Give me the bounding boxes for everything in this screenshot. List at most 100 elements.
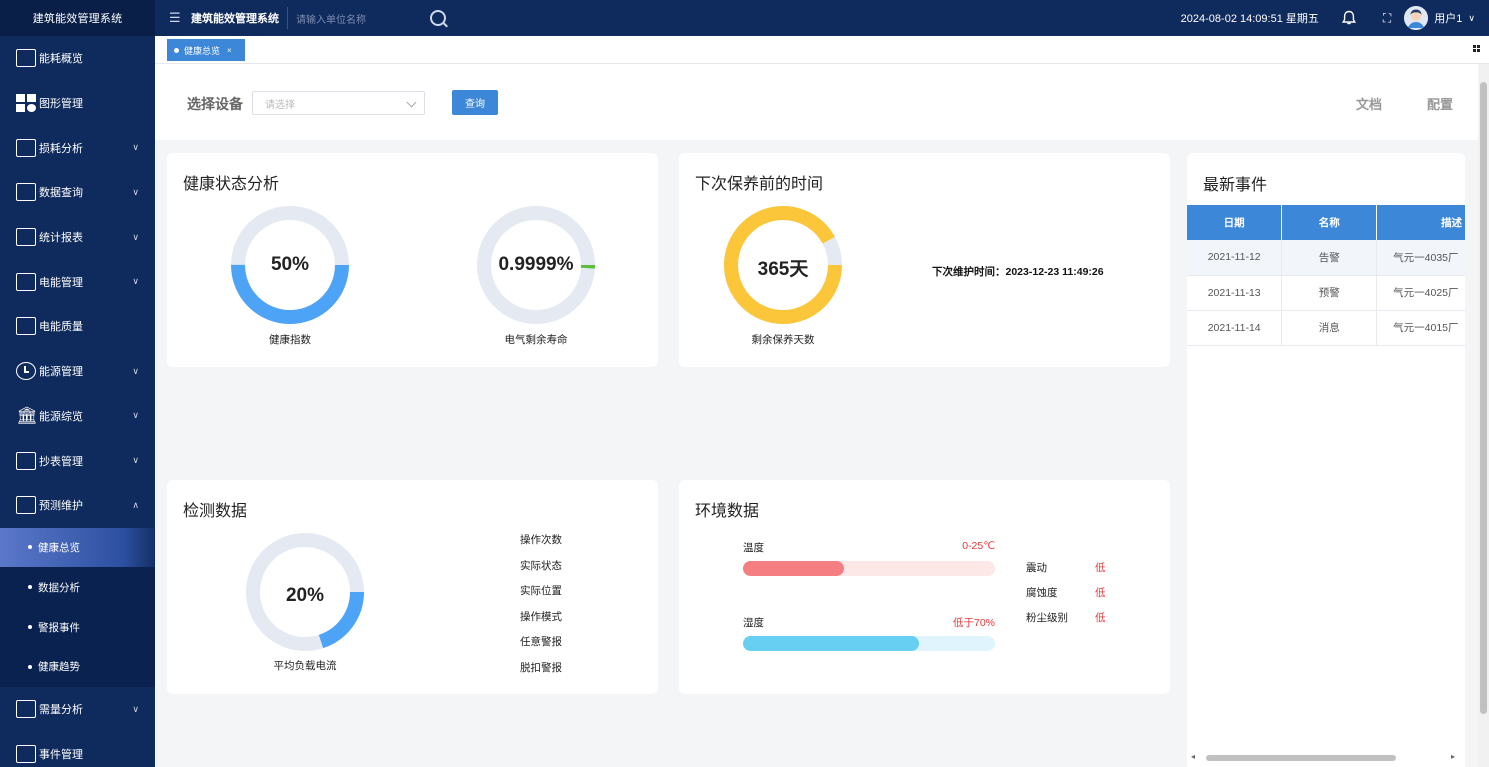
sidebar-item-demand-analysis[interactable]: 需量分析 ∨ (0, 687, 155, 732)
card-title: 环境数据 (695, 503, 760, 520)
menu-toggle-icon[interactable]: ☰ (169, 10, 183, 26)
monitor-chart-icon (16, 700, 36, 719)
environment-data-card: 环境数据 温度 0-25℃ 湿度 低于70% 震动 低 腐蚀度 低 粉尘级别 低 (679, 480, 1170, 694)
sidebar-item-meter-reading[interactable]: 抄表管理 ∨ (0, 438, 155, 483)
dust-level: 低 (1095, 612, 1106, 624)
user-name[interactable]: 用户1 (1434, 10, 1462, 26)
energy-overview-icon (16, 49, 36, 68)
bell-icon[interactable] (1341, 10, 1357, 26)
sidebar-item-power-quality[interactable]: 电能质量 (0, 304, 155, 349)
sidebar-subitem-alarm-events[interactable]: 警报事件 (0, 607, 155, 647)
user-avatar-icon (1404, 6, 1429, 30)
column-desc[interactable]: 描述 (1376, 205, 1465, 240)
table-row[interactable]: 2021-11-13 预警 气元一4025厂 (1187, 275, 1465, 311)
system-title: 建筑能效管理系统 (191, 13, 279, 25)
sidebar-subitem-data-analysis[interactable]: 数据分析 (0, 567, 155, 608)
fullscreen-icon[interactable]: ⛶ (1383, 11, 1391, 26)
sidebar-item-graphics[interactable]: 图形管理 (0, 81, 155, 126)
chevron-down-icon: ∨ (132, 365, 139, 376)
monitor-chart-icon (16, 496, 36, 515)
chevron-down-icon: ∨ (132, 410, 139, 421)
edit-doc-icon (16, 451, 36, 470)
sidebar-item-energy-mgmt[interactable]: 能源管理 ∨ (0, 349, 155, 394)
sidebar-item-label: 能源综览 (39, 410, 83, 423)
datetime-display: 2024-08-02 14:09:51 星期五 (1180, 13, 1319, 25)
humidity-bar-fill (743, 636, 920, 651)
event-date: 2021-11-13 (1187, 275, 1283, 311)
events-horizontal-scrollbar[interactable]: ◂ ▸ (1187, 751, 1465, 765)
tabs-bar: 健康总览 × (155, 36, 1489, 64)
column-date[interactable]: 日期 (1187, 205, 1283, 240)
sidebar-subitem-label: 警报事件 (38, 621, 80, 634)
avatar[interactable] (1404, 6, 1429, 30)
search-icon[interactable] (430, 10, 446, 26)
card-title: 最新事件 (1203, 177, 1268, 194)
temperature-label: 温度 (743, 542, 764, 554)
event-name: 告警 (1281, 240, 1378, 276)
close-icon[interactable]: × (227, 46, 232, 55)
page-vertical-scrollbar[interactable] (1478, 64, 1489, 767)
health-analysis-card: 健康状态分析 50% 健康指数 0.9999% 电气剩余寿命 (167, 153, 658, 367)
query-button[interactable]: 查询 (452, 90, 498, 115)
sidebar-item-energy-overview[interactable]: 能耗概览 (0, 36, 155, 81)
maintenance-days-value: 365天 (757, 259, 809, 280)
sidebar-subitem-health-overview[interactable]: 健康总览 (0, 527, 155, 568)
table-row[interactable]: 2021-11-14 消息 气元一4015厂 (1187, 310, 1465, 346)
sidebar-item-event-mgmt[interactable]: 事件管理 (0, 731, 155, 767)
column-name[interactable]: 名称 (1281, 205, 1378, 240)
unit-search-input[interactable]: 请输入单位名称 (296, 11, 426, 26)
temperature-bar (743, 561, 995, 576)
chevron-down-icon: ∨ (132, 142, 139, 153)
events-table: 日期 名称 描述 2021-11-12 告警 气元一4035厂 2021-11-… (1187, 205, 1465, 346)
divider (287, 7, 288, 29)
sidebar-subitem-label: 健康趋势 (38, 661, 80, 674)
table-row[interactable]: 2021-11-12 告警 气元一4035厂 (1187, 240, 1465, 276)
next-maintenance: 下次维护时间：2023-12-23 11:49:26 (932, 264, 1104, 279)
sidebar-item-power-mgmt[interactable]: 电能管理 ∨ (0, 259, 155, 304)
temperature-bar-fill (743, 561, 844, 576)
sidebar-item-label: 统计报表 (39, 232, 83, 245)
sidebar-item-label: 预测维护 (39, 500, 83, 513)
tab-health-overview[interactable]: 健康总览 × (167, 39, 245, 61)
sidebar: 能耗概览 图形管理 损耗分析 ∨ 数据查询 ∨ 统计报表 ∨ 电能管理 ∨ 电能质量 能… (0, 36, 155, 767)
corrosion-label: 腐蚀度 (1026, 587, 1058, 599)
sidebar-item-energy-summary[interactable]: 🏛 能源综览 ∨ (0, 394, 155, 439)
grid-menu-icon[interactable] (1473, 45, 1480, 52)
detection-item: 实际位置 (520, 585, 562, 597)
edit-doc-icon (16, 317, 36, 336)
monitor-chart-icon (16, 744, 36, 763)
sidebar-subitem-label: 数据分析 (38, 581, 80, 594)
scroll-left-icon[interactable]: ◂ (1191, 752, 1195, 761)
sidebar-item-label: 电能管理 (39, 276, 83, 289)
sidebar-item-reports[interactable]: 统计报表 ∨ (0, 215, 155, 260)
sidebar-item-data-query[interactable]: 数据查询 ∨ (0, 170, 155, 215)
sidebar-item-label: 需量分析 (39, 704, 83, 717)
chevron-down-icon[interactable]: ∨ (1468, 13, 1475, 24)
bullet-icon (28, 585, 32, 590)
device-select[interactable]: 请选择 (252, 91, 425, 115)
sidebar-item-loss-analysis[interactable]: 损耗分析 ∨ (0, 125, 155, 170)
detection-item: 操作次数 (520, 534, 562, 546)
vibration-level: 低 (1095, 562, 1106, 574)
sidebar-subitem-health-trend[interactable]: 健康趋势 (0, 646, 155, 687)
sidebar-item-label: 损耗分析 (39, 142, 83, 155)
scrollbar-thumb[interactable] (1480, 82, 1487, 714)
app-logo-title: 建筑能效管理系统 (0, 0, 155, 36)
config-link[interactable]: 配置 (1427, 94, 1453, 113)
humidity-bar (743, 636, 995, 651)
chevron-down-icon: ∨ (132, 276, 139, 287)
sidebar-item-predictive-maintenance[interactable]: 预测维护 ∧ (0, 483, 155, 528)
doc-link[interactable]: 文档 (1356, 94, 1382, 113)
scroll-right-icon[interactable]: ▸ (1451, 752, 1455, 761)
temperature-value: 0-25℃ (962, 540, 995, 552)
sidebar-subitem-label: 健康总览 (38, 541, 80, 554)
filter-panel: 选择设备 请选择 查询 文档 配置 (155, 64, 1478, 140)
event-date: 2021-11-14 (1187, 310, 1283, 346)
clock-icon (16, 362, 36, 381)
next-maintenance-label: 下次维护时间： (932, 266, 1006, 278)
scrollbar-thumb[interactable] (1206, 755, 1396, 761)
active-dot-icon (174, 47, 179, 53)
next-maintenance-time: 2023-12-23 11:49:26 (1005, 266, 1104, 278)
grid-icon (16, 94, 36, 113)
event-desc: 气元一4035厂 (1376, 240, 1465, 276)
